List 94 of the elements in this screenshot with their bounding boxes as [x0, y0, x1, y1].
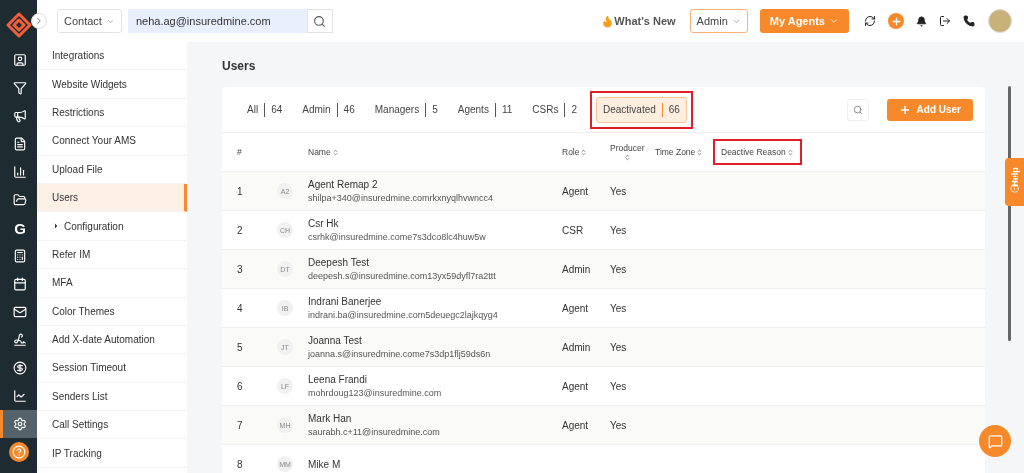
- user-email: shilpa+340@insuredmine.comrkxnyqlhvwncc4: [308, 193, 494, 203]
- column-header[interactable]: Name: [308, 147, 339, 157]
- calculator-icon: [13, 249, 27, 263]
- role-cell-text: Agent: [562, 419, 590, 431]
- caret-icon: [52, 222, 60, 231]
- settings-nav-item[interactable]: [0, 410, 37, 438]
- contact-card-icon: [13, 53, 27, 67]
- whats-new-link[interactable]: What's New: [601, 14, 676, 28]
- filter-tab[interactable]: All 64: [240, 96, 290, 123]
- user-email: indrani.ba@insuredmine.com5deuegc2lajkqyg4: [308, 310, 499, 320]
- logo-icon: [5, 12, 32, 38]
- folder-icon: [13, 193, 27, 207]
- call-button[interactable]: [960, 15, 978, 27]
- row-number: 5: [237, 341, 244, 353]
- producer-cell-text: Yes: [610, 185, 628, 197]
- user-name: Csr Hk: [308, 218, 340, 229]
- role-cell-text: Agent: [562, 380, 590, 392]
- phone-icon: [963, 15, 975, 27]
- column-header[interactable]: Time Zone: [655, 147, 704, 157]
- row-number: 8: [237, 458, 244, 470]
- user-email: deepesh.s@insuredmine.com13yx59dyfl7ra2ttt: [308, 271, 497, 281]
- role-cell-text: Agent: [562, 302, 590, 314]
- settings-menu-item[interactable]: Users: [37, 183, 187, 213]
- producer-cell-text: Yes: [610, 302, 628, 314]
- row-number: 2: [237, 224, 244, 236]
- column-header: #: [237, 147, 242, 157]
- plus-icon: [898, 103, 911, 116]
- user-name: Mark Han: [308, 413, 353, 424]
- line-chart-icon: [13, 389, 27, 403]
- filter-tab[interactable]: Deactivated 66: [596, 96, 687, 123]
- role-cell-text: CSR: [562, 224, 585, 236]
- megaphone-icon: [13, 109, 27, 123]
- row-number: 3: [237, 263, 244, 275]
- flame-icon: [601, 14, 615, 28]
- sort-icon: [696, 148, 704, 156]
- row-number: 1: [237, 185, 244, 197]
- producer-cell-text: Yes: [610, 341, 628, 353]
- sort-icon: [580, 148, 588, 156]
- logout-icon: [939, 15, 951, 27]
- page-title: Users: [222, 59, 257, 73]
- row-number: 4: [237, 302, 244, 314]
- producer-cell-text: Yes: [610, 263, 628, 275]
- document-icon: [13, 137, 27, 151]
- bar-chart-icon: [13, 165, 27, 179]
- sort-icon: [786, 148, 794, 156]
- search-button[interactable]: [306, 9, 333, 33]
- producer-cell-text: Yes: [610, 224, 628, 236]
- expand-button[interactable]: [31, 13, 47, 29]
- filter-tab[interactable]: Agents 11: [450, 96, 520, 123]
- help-button[interactable]: [8, 442, 29, 462]
- mail-icon: [13, 305, 27, 319]
- user-name: Indrani Banerjee: [308, 296, 383, 307]
- column-header[interactable]: Deactive Reason: [721, 147, 794, 157]
- row-number: 7: [237, 419, 244, 431]
- user-email: joanna.s@insuredmine.come7s3dp1flj59ds6n: [308, 349, 492, 359]
- dollar-icon: [13, 361, 27, 375]
- refresh-icon: [864, 15, 876, 27]
- help-icon: [11, 445, 26, 459]
- caret-icon: [829, 16, 839, 26]
- funnel-icon: [13, 81, 27, 95]
- search-type-select[interactable]: Contact: [57, 9, 122, 33]
- sort-icon: [623, 154, 631, 161]
- search-icon: [313, 14, 327, 28]
- user-name: Deepesh Test: [308, 257, 370, 268]
- user-email: mohrdoug123@insuredmine.com: [308, 388, 443, 398]
- search-icon: [852, 104, 863, 115]
- row-number: 6: [237, 380, 244, 392]
- role-cell-text: Admin: [562, 263, 592, 275]
- calendar-icon: [13, 277, 27, 291]
- filter-tab[interactable]: Managers 5: [367, 96, 445, 123]
- search-field[interactable]: neha.ag@insuredmine.com: [127, 9, 307, 33]
- producer-cell-text: Yes: [610, 419, 628, 431]
- filter-tab[interactable]: Admin 46: [295, 96, 362, 123]
- column-header[interactable]: Producer: [610, 143, 645, 161]
- column-header[interactable]: Role: [562, 147, 588, 157]
- user-name: Leena Frandi: [308, 374, 368, 385]
- chat-icon: [987, 433, 1003, 449]
- role-cell-text: Admin: [562, 341, 592, 353]
- role-cell-text: Agent: [562, 185, 590, 197]
- sort-icon: [331, 148, 339, 156]
- user-email: csrhk@insuredmine.come7s3dco8lc4huw5w: [308, 232, 487, 242]
- settings-icon: [13, 417, 27, 431]
- user-name: Mike M: [308, 458, 342, 470]
- rail-letter-item[interactable]: G: [0, 214, 37, 242]
- role-select[interactable]: Admin: [689, 9, 748, 33]
- producer-cell-text: Yes: [610, 380, 628, 392]
- user-name: Joanna Test: [308, 335, 363, 346]
- user-email: saurabh.c+11@insuredmine.com: [308, 427, 441, 437]
- signature-icon: [13, 333, 27, 347]
- plus-icon: [890, 15, 902, 27]
- bell-icon: [916, 15, 927, 27]
- chevron-right-icon: [34, 16, 44, 26]
- user-name: Agent Remap 2: [308, 179, 379, 190]
- filter-tab[interactable]: CSRs 2: [525, 96, 584, 123]
